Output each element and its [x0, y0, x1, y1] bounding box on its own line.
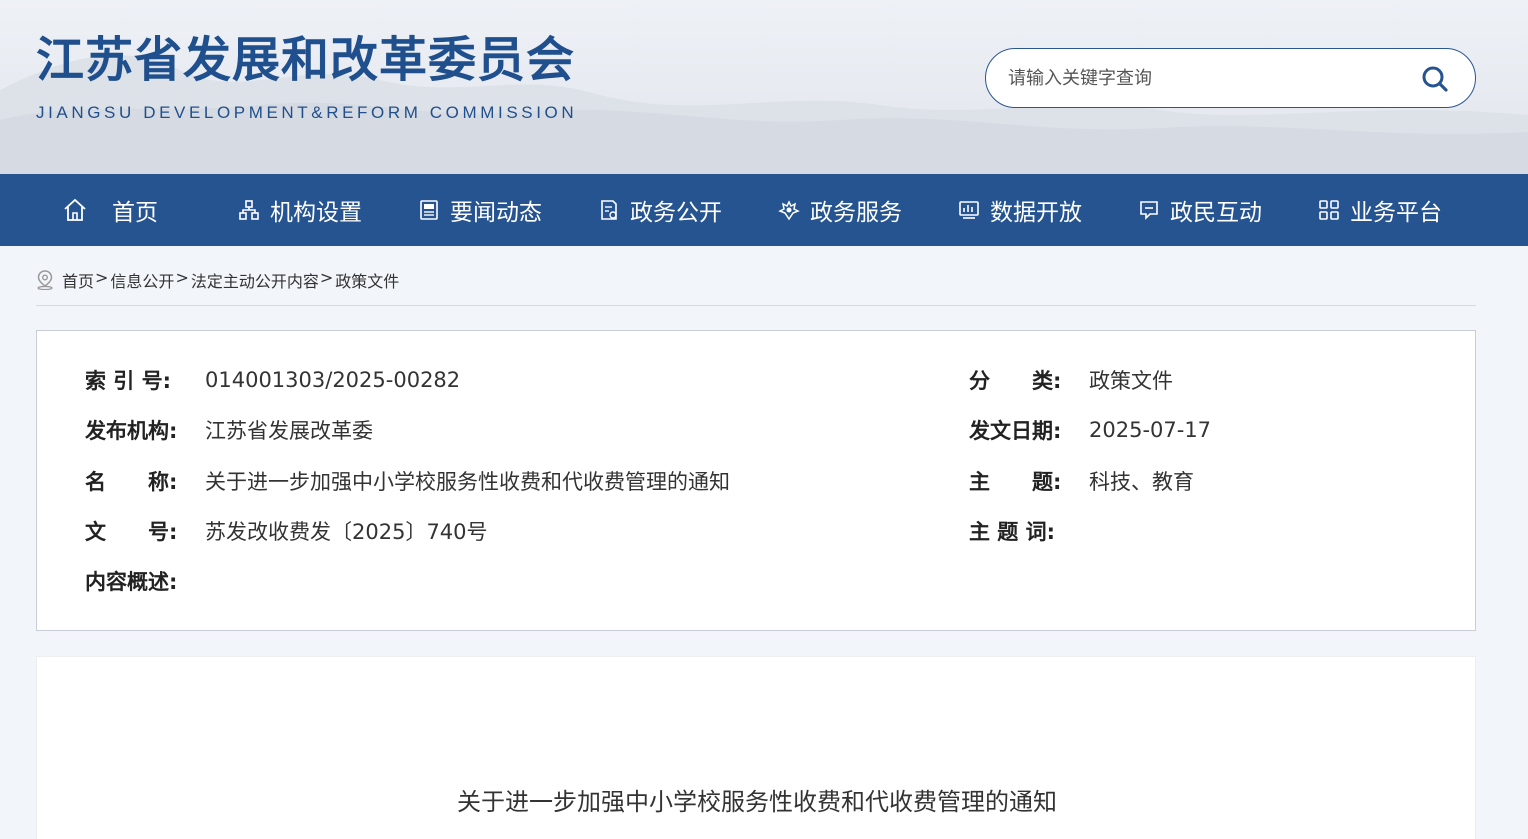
- meta-label: 名 称:: [85, 470, 178, 494]
- meta-category: 分 类: 政策文件: [969, 365, 1173, 395]
- meta-label: 文 号:: [85, 520, 178, 544]
- service-icon: [778, 200, 800, 221]
- meta-date: 发文日期: 2025-07-17: [969, 415, 1211, 445]
- news-icon: [420, 200, 438, 220]
- site-title: 江苏省发展和改革委员会: [36, 32, 576, 88]
- nav-item-platform[interactable]: 业务平台: [1318, 174, 1442, 246]
- breadcrumb-separator: >: [175, 268, 189, 287]
- breadcrumb-home[interactable]: 首页: [62, 268, 94, 292]
- grid-icon: [1319, 200, 1339, 220]
- nav-label: 首页: [112, 200, 158, 226]
- nav-item-home[interactable]: 首页: [62, 174, 158, 246]
- breadcrumb-separator: >: [95, 268, 109, 287]
- meta-label: 分 类:: [969, 369, 1062, 393]
- meta-label: 发文日期:: [969, 419, 1062, 443]
- search-input[interactable]: [1008, 63, 1408, 93]
- breadcrumb: 首页 > 信息公开 > 法定主动公开内容 > 政策文件: [36, 268, 1476, 306]
- breadcrumb-policy-docs[interactable]: 政策文件: [335, 268, 399, 292]
- meta-value: 政策文件: [1089, 369, 1173, 393]
- document-icon: [601, 200, 617, 220]
- home-icon: [64, 198, 86, 221]
- article-title: 关于进一步加强中小学校服务性收费和代收费管理的通知: [457, 788, 1057, 816]
- nav-label: 业务平台: [1350, 200, 1442, 226]
- nav-label: 政务服务: [810, 200, 902, 226]
- nav-item-organization[interactable]: 机构设置: [238, 174, 362, 246]
- search-button[interactable]: [1420, 64, 1450, 94]
- meta-topic: 主 题: 科技、教育: [969, 466, 1194, 496]
- site-subtitle: JIANGSU DEVELOPMENT&REFORM COMMISSION: [36, 103, 578, 122]
- main-nav: 首页 机构设置 要闻动态 政务公开 政务服务 数据开放 政民互动 业务平台: [0, 174, 1528, 246]
- meta-name: 名 称: 关于进一步加强中小学校服务性收费和代收费管理的通知: [85, 466, 730, 496]
- meta-value: 江苏省发展改革委: [205, 419, 373, 443]
- breadcrumb-statutory-content[interactable]: 法定主动公开内容: [191, 268, 319, 292]
- meta-label: 主 题 词:: [969, 520, 1056, 544]
- article-content: 关于进一步加强中小学校服务性收费和代收费管理的通知: [36, 656, 1476, 839]
- breadcrumb-info-public[interactable]: 信息公开: [110, 268, 174, 292]
- meta-value: 科技、教育: [1089, 470, 1194, 494]
- nav-label: 数据开放: [990, 200, 1082, 226]
- meta-label: 索 引 号:: [85, 369, 172, 393]
- nav-item-gov-service[interactable]: 政务服务: [778, 174, 902, 246]
- meta-value: 关于进一步加强中小学校服务性收费和代收费管理的通知: [205, 470, 730, 494]
- meta-doc-number: 文 号: 苏发改收费发〔2025〕740号: [85, 516, 488, 546]
- location-icon: [37, 270, 53, 290]
- meta-value: 2025-07-17: [1089, 418, 1212, 442]
- nav-label: 机构设置: [270, 200, 362, 226]
- nav-item-gov-affairs[interactable]: 政务公开: [598, 174, 722, 246]
- meta-value: 014001303/2025-00282: [205, 368, 461, 392]
- meta-value: 苏发改收费发〔2025〕740号: [205, 520, 488, 544]
- meta-label: 内容概述:: [85, 570, 178, 594]
- nav-item-news[interactable]: 要闻动态: [418, 174, 542, 246]
- data-icon: [959, 201, 979, 219]
- breadcrumb-separator: >: [319, 268, 334, 287]
- nav-item-interaction[interactable]: 政民互动: [1138, 174, 1262, 246]
- site-header: 江苏省发展和改革委员会 JIANGSU DEVELOPMENT&REFORM C…: [0, 0, 1528, 174]
- chat-icon: [1140, 201, 1158, 220]
- meta-label: 发布机构:: [85, 419, 178, 443]
- document-meta-box: 索 引 号: 014001303/2025-00282 分 类: 政策文件 发布…: [36, 330, 1476, 631]
- search-box: [985, 48, 1476, 108]
- meta-index: 索 引 号: 014001303/2025-00282: [85, 365, 460, 395]
- search-icon: [1422, 66, 1448, 92]
- meta-publisher: 发布机构: 江苏省发展改革委: [85, 415, 373, 445]
- nav-label: 要闻动态: [450, 200, 542, 226]
- nav-label: 政务公开: [630, 200, 722, 226]
- meta-label: 主 题:: [969, 470, 1062, 494]
- meta-keywords: 主 题 词:: [969, 516, 1089, 546]
- nav-item-open-data[interactable]: 数据开放: [958, 174, 1082, 246]
- org-chart-icon: [239, 200, 259, 220]
- nav-label: 政民互动: [1170, 200, 1262, 226]
- meta-summary: 内容概述:: [85, 566, 205, 596]
